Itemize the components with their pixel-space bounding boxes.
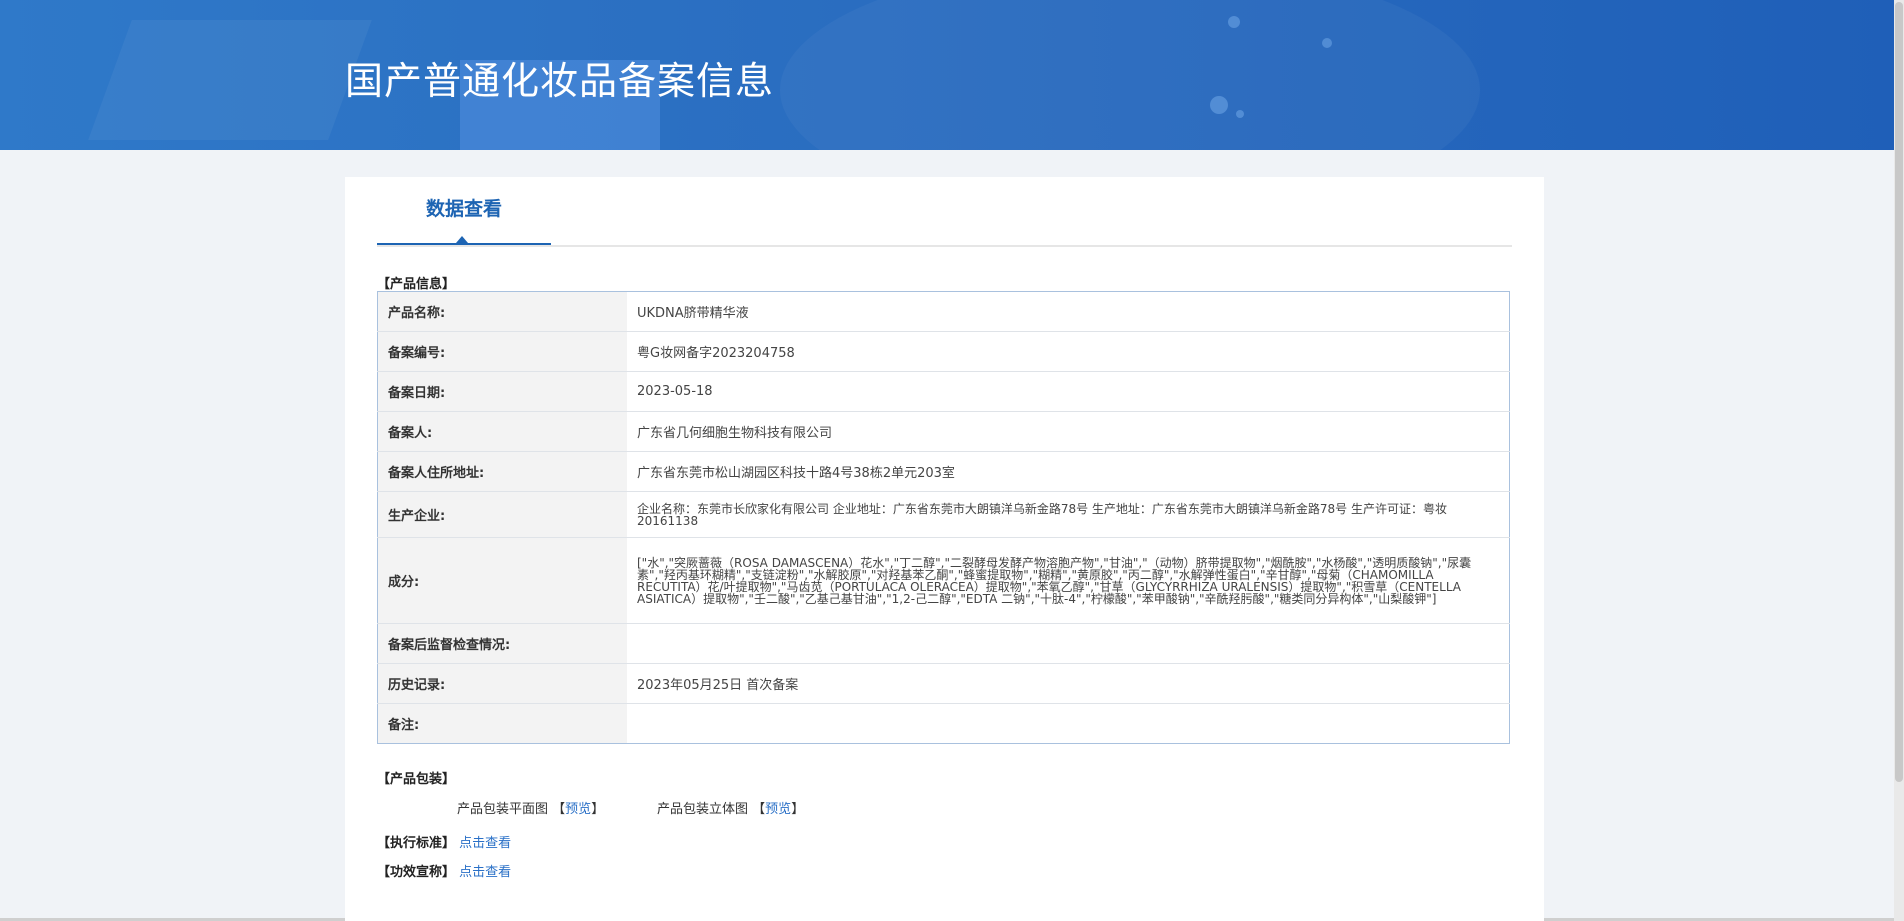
standard-label: 【执行标准】 [377,836,456,851]
row-value [627,704,1510,744]
product-info-table: 产品名称: UKDNA脐带精华液 备案编号: 粤G妆网备字2023204758 备案… [377,291,1510,744]
product-info-label: 【产品信息】 [377,277,456,292]
banner-decoration [1228,16,1240,28]
row-value [627,623,1510,664]
content-card: 数据查看 【产品信息】 产品名称: UKDNA脐带精华液 备案编号: 粤G妆网备字2… [345,177,1544,921]
table-row: 备案后监督检查情况: [377,623,1510,664]
row-key: 历史记录: [377,663,627,704]
scrollbar-thumb[interactable] [1895,2,1903,782]
package-flat-label: 产品包装平面图 [457,802,549,817]
row-key: 生产企业: [377,491,627,538]
row-value: 2023年05月25日 首次备案 [627,663,1510,704]
banner-decoration [1322,38,1332,48]
page-scrollbar[interactable] [1894,0,1904,921]
row-key: 成分: [377,537,627,624]
banner-decoration [88,20,372,140]
packaging-label: 【产品包装】 [377,772,456,787]
package-stereo-label: 产品包装立体图 [657,802,749,817]
standard-view-link[interactable]: 点击查看 [459,836,511,851]
row-value: 广东省几何细胞生物科技有限公司 [627,411,1510,452]
row-value: 粤G妆网备字2023204758 [627,331,1510,372]
table-row: 备案人: 广东省几何细胞生物科技有限公司 [377,411,1510,452]
row-key: 产品名称: [377,291,627,332]
bracket-close: 】 [591,802,605,817]
tab-bar: 数据查看 [377,177,1512,247]
row-key: 备案日期: [377,371,627,412]
row-value: 广东省东莞市松山湖园区科技十路4号38栋2单元203室 [627,451,1510,492]
page-title: 国产普通化妆品备案信息 [345,59,775,103]
bracket-open: 【 [552,802,566,817]
table-row: 备案人住所地址: 广东省东莞市松山湖园区科技十路4号38栋2单元203室 [377,451,1510,492]
table-row: 产品名称: UKDNA脐带精华液 [377,291,1510,332]
table-row: 备案编号: 粤G妆网备字2023204758 [377,331,1510,372]
row-value: 2023-05-18 [627,371,1510,412]
bracket-close: 】 [791,802,805,817]
banner-decoration [1236,110,1244,118]
row-key: 备案后监督检查情况: [377,623,627,664]
row-value: 企业名称：东莞市长欣家化有限公司 企业地址：广东省东莞市大朗镇洋乌新金路78号 … [627,491,1510,538]
row-key: 备案编号: [377,331,627,372]
preview-stereo-link[interactable]: 预览 [765,802,791,817]
efficacy-row: 【功效宣称】 点击查看 [377,861,511,880]
row-value: ["水","突厥蔷薇（ROSA DAMASCENA）花水","丁二醇","二裂酵… [627,537,1510,624]
efficacy-label: 【功效宣称】 [377,865,456,880]
banner-decoration [780,0,1480,150]
header-banner: 国产普通化妆品备案信息 [0,0,1894,150]
banner-decoration [1210,96,1228,114]
row-key: 备注: [377,703,627,744]
package-flat-item: 产品包装平面图 【预览】 [457,798,604,817]
table-row: 成分: ["水","突厥蔷薇（ROSA DAMASCENA）花水","丁二醇","… [377,537,1510,624]
table-row: 生产企业: 企业名称：东莞市长欣家化有限公司 企业地址：广东省东莞市大朗镇洋乌新金… [377,491,1510,538]
table-row: 备注: [377,703,1510,744]
row-key: 备案人住所地址: [377,451,627,492]
package-stereo-item: 产品包装立体图 【预览】 [657,798,804,817]
row-key: 备案人: [377,411,627,452]
tab-active-caret [456,236,468,243]
standard-row: 【执行标准】 点击查看 [377,832,511,851]
table-row: 备案日期: 2023-05-18 [377,371,1510,412]
tab-data-view[interactable]: 数据查看 [377,177,551,245]
bracket-open: 【 [752,802,766,817]
efficacy-view-link[interactable]: 点击查看 [459,865,511,880]
row-value: UKDNA脐带精华液 [627,291,1510,332]
preview-flat-link[interactable]: 预览 [565,802,591,817]
table-row: 历史记录: 2023年05月25日 首次备案 [377,663,1510,704]
